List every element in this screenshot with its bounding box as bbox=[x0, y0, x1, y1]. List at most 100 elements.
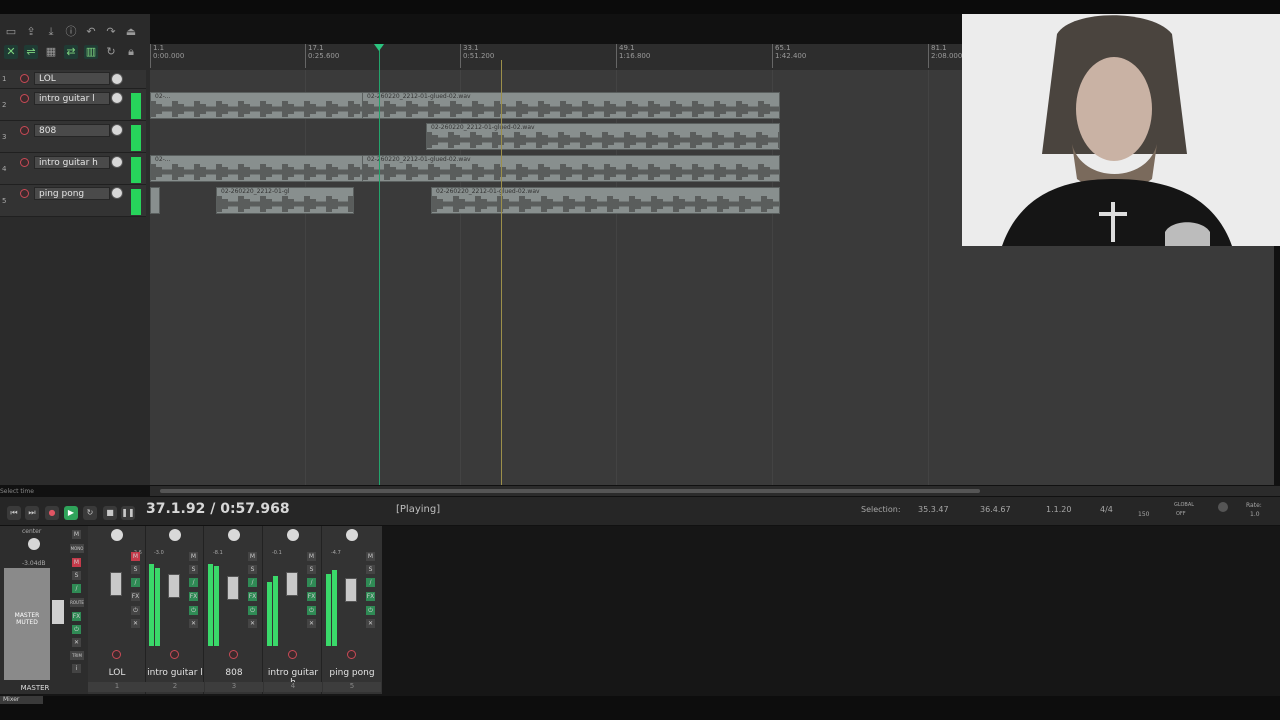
stop-icon[interactable]: ■ bbox=[103, 506, 117, 520]
fx-bypass[interactable]: ⏻ bbox=[366, 606, 375, 615]
env-button[interactable]: / bbox=[189, 578, 198, 587]
mixer-strip-3[interactable]: -8.1 M S / FX ⏻ ✕ 808 3 bbox=[205, 526, 263, 694]
record-arm-button[interactable] bbox=[288, 650, 297, 659]
volume-fader[interactable] bbox=[168, 574, 180, 598]
track-header-5[interactable]: 5 ping pong bbox=[0, 185, 146, 217]
fx-button[interactable]: FX bbox=[366, 592, 375, 601]
solo-button[interactable]: S bbox=[189, 565, 198, 574]
master-fader[interactable] bbox=[52, 600, 64, 624]
trim-button[interactable]: TRIM bbox=[70, 651, 84, 660]
time-signature[interactable]: 4/4 bbox=[1100, 505, 1113, 514]
global-off[interactable]: OFF bbox=[1176, 511, 1186, 517]
selection-length[interactable]: 1.1.20 bbox=[1046, 505, 1071, 514]
fx-bypass[interactable]: ⏻ bbox=[131, 606, 140, 615]
strip-name[interactable]: 808 bbox=[205, 668, 263, 678]
volume-fader[interactable] bbox=[110, 572, 122, 596]
master-pan-knob[interactable] bbox=[28, 538, 40, 550]
selection-start[interactable]: 35.3.47 bbox=[918, 505, 949, 514]
snap-grid-icon[interactable]: ▦ bbox=[44, 45, 58, 59]
env-button[interactable]: / bbox=[131, 578, 140, 587]
play-cursor-head[interactable] bbox=[374, 44, 384, 51]
pause-icon[interactable]: ❚❚ bbox=[121, 506, 135, 520]
x-button[interactable]: ✕ bbox=[366, 619, 375, 628]
volume-fader[interactable] bbox=[227, 576, 239, 600]
pan-knob[interactable] bbox=[111, 529, 123, 541]
scroll-thumb[interactable] bbox=[160, 489, 980, 493]
master-solo-button[interactable]: S bbox=[72, 571, 81, 580]
env-button[interactable]: / bbox=[307, 578, 316, 587]
track-name[interactable]: LOL bbox=[34, 72, 110, 85]
pan-knob[interactable] bbox=[287, 529, 299, 541]
loop-icon[interactable]: ↻ bbox=[104, 45, 118, 59]
play-icon[interactable]: ▶ bbox=[64, 506, 78, 520]
volume-knob[interactable] bbox=[111, 124, 123, 136]
master-x-button[interactable]: ✕ bbox=[72, 638, 81, 647]
volume-knob[interactable] bbox=[111, 73, 123, 85]
master-fx-button[interactable]: FX bbox=[72, 612, 81, 621]
record-icon[interactable]: ● bbox=[45, 506, 59, 520]
strip-name[interactable]: intro guitar l bbox=[146, 668, 204, 678]
new-project-icon[interactable]: ▭ bbox=[4, 25, 18, 39]
media-item[interactable] bbox=[150, 187, 160, 214]
fx-button[interactable]: FX bbox=[131, 592, 140, 601]
media-item[interactable]: 02-260220_2212-01-glued-02.wav bbox=[431, 187, 780, 214]
record-arm-button[interactable] bbox=[170, 650, 179, 659]
master-fx-bypass[interactable]: ⏻ bbox=[72, 625, 81, 634]
save-project-icon[interactable]: ⤓ bbox=[44, 25, 58, 39]
volume-knob[interactable] bbox=[111, 156, 123, 168]
ripple-edit-icon[interactable]: ⇌ bbox=[24, 45, 38, 59]
volume-knob[interactable] bbox=[111, 187, 123, 199]
solo-button[interactable]: S bbox=[307, 565, 316, 574]
fx-bypass[interactable]: ⏻ bbox=[307, 606, 316, 615]
route-button[interactable]: ROUTE bbox=[70, 598, 84, 607]
media-item[interactable]: 02-260220_2212-01-glued-02.wav bbox=[426, 123, 780, 150]
project-settings-icon[interactable]: ⓘ bbox=[64, 25, 78, 39]
volume-knob[interactable] bbox=[111, 92, 123, 104]
solo-button[interactable]: S bbox=[131, 565, 140, 574]
record-arm-button[interactable] bbox=[347, 650, 356, 659]
master-env-button[interactable]: / bbox=[72, 584, 81, 593]
open-project-icon[interactable]: ⇪ bbox=[24, 25, 38, 39]
track-header-1[interactable]: 1 LOL bbox=[0, 70, 146, 89]
fx-button[interactable]: FX bbox=[248, 592, 257, 601]
master-mute-button[interactable]: M bbox=[72, 530, 81, 539]
mute-button[interactable]: M bbox=[248, 552, 257, 561]
master-info-button[interactable]: i bbox=[72, 664, 81, 673]
mixer-strip-5[interactable]: -4.7 M S / FX ⏻ ✕ ping pong 5 bbox=[323, 526, 381, 694]
undo-icon[interactable]: ↶ bbox=[84, 25, 98, 39]
env-button[interactable]: / bbox=[366, 578, 375, 587]
timeline-ruler[interactable]: 1.1 0:00.000 17.1 0:25.600 33.1 0:51.200 49… bbox=[150, 44, 962, 71]
arrange-view-extension[interactable] bbox=[962, 246, 1274, 485]
time-display[interactable]: 37.1.92 / 0:57.968 bbox=[146, 501, 290, 517]
record-arm-button[interactable] bbox=[20, 189, 29, 198]
mixer-strip-2[interactable]: -3.0 M S / FX ⏻ ✕ intro guitar l 2 bbox=[146, 526, 204, 694]
go-to-end-icon[interactable]: ⏭ bbox=[25, 506, 39, 520]
x-button[interactable]: ✕ bbox=[307, 619, 316, 628]
lock-icon[interactable]: 🔒︎ bbox=[124, 45, 138, 59]
mixer-strip-1[interactable]: -2.6 M S / FX ⏻ ✕ LOL 1 bbox=[88, 526, 146, 694]
solo-button[interactable]: S bbox=[366, 565, 375, 574]
track-name[interactable]: intro guitar h bbox=[34, 156, 110, 169]
repeat-icon[interactable]: ↻ bbox=[83, 506, 97, 520]
fx-button[interactable]: FX bbox=[189, 592, 198, 601]
record-arm-button[interactable] bbox=[229, 650, 238, 659]
record-arm-button[interactable] bbox=[20, 126, 29, 135]
media-item[interactable]: 02-260220_2212-01-glued-02.wav bbox=[362, 92, 780, 119]
solo-button[interactable]: S bbox=[248, 565, 257, 574]
mute-button[interactable]: M bbox=[131, 552, 140, 561]
grid-toggle-icon[interactable]: ✕ bbox=[4, 45, 18, 59]
rate-value[interactable]: 1.0 bbox=[1250, 511, 1260, 518]
media-item[interactable]: 02-260220_2212-01-glued-02.wav bbox=[362, 155, 780, 182]
fx-bypass[interactable]: ⏻ bbox=[189, 606, 198, 615]
master-mute-active[interactable]: M bbox=[72, 558, 81, 567]
mute-button[interactable]: M bbox=[189, 552, 198, 561]
mute-button[interactable]: M bbox=[366, 552, 375, 561]
env-button[interactable]: / bbox=[248, 578, 257, 587]
horizontal-scrollbar[interactable] bbox=[150, 486, 1280, 496]
track-name[interactable]: ping pong bbox=[34, 187, 110, 200]
mute-button[interactable]: M bbox=[307, 552, 316, 561]
pan-knob[interactable] bbox=[228, 529, 240, 541]
x-button[interactable]: ✕ bbox=[248, 619, 257, 628]
auto-crossfade-icon[interactable]: ⇄ bbox=[64, 45, 78, 59]
mono-button[interactable]: MONO bbox=[70, 544, 84, 553]
